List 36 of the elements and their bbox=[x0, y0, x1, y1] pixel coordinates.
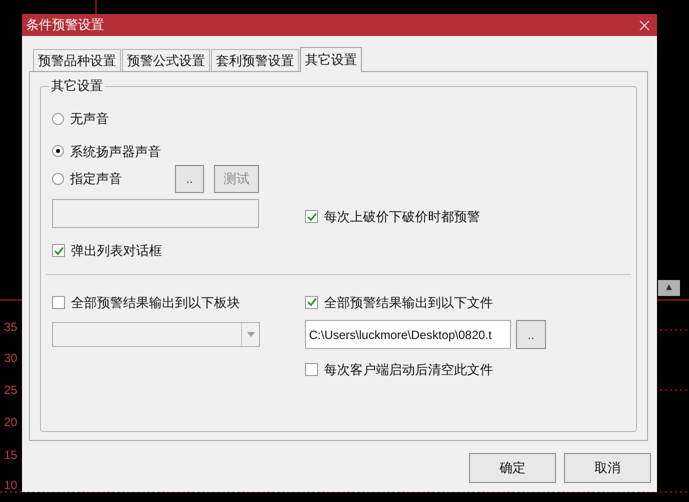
checkbox[interactable] bbox=[305, 296, 318, 309]
checkbox-label: 全部预警结果输出到以下文件 bbox=[324, 294, 493, 312]
path-field[interactable]: C:\Users\luckmore\Desktop\0820.t bbox=[305, 320, 511, 349]
axis-label: 35 bbox=[4, 320, 18, 334]
axis-label: 25 bbox=[4, 383, 18, 397]
dialog-button[interactable]: 确定 bbox=[469, 453, 556, 483]
checkbox-label: 全部预警结果输出到以下板块 bbox=[71, 294, 240, 312]
dropdown-arrow-icon bbox=[246, 332, 254, 337]
axis-label: 15 bbox=[4, 448, 18, 462]
checkbox[interactable] bbox=[52, 244, 65, 258]
checkbox-label: 每次上破价下破价时都预警 bbox=[324, 208, 480, 226]
checkbox-label: 弹出列表对话框 bbox=[71, 242, 162, 260]
tab[interactable]: 预警公式设置 bbox=[122, 49, 210, 71]
radio-label: 系统扬声器声音 bbox=[70, 142, 161, 160]
checkbox-label: 每次客户端启动后清空此文件 bbox=[324, 361, 493, 379]
axis-label: 20 bbox=[4, 415, 18, 429]
browse-button[interactable]: .. bbox=[175, 165, 204, 193]
radio-label: 无声音 bbox=[70, 110, 109, 128]
radio-label: 指定声音 bbox=[70, 170, 122, 188]
group-title: 其它设置 bbox=[49, 78, 105, 94]
tab[interactable]: 其它设置 bbox=[300, 47, 362, 72]
checkbox[interactable] bbox=[305, 210, 318, 223]
radio-button[interactable] bbox=[52, 173, 64, 185]
browse-button[interactable]: .. bbox=[516, 320, 546, 349]
window-title: 条件预警设置 bbox=[26, 16, 104, 34]
checkbox[interactable] bbox=[305, 363, 318, 376]
scroll-up-button[interactable]: ▲ bbox=[658, 280, 680, 296]
tab[interactable]: 预警品种设置 bbox=[33, 49, 121, 71]
radio-button[interactable] bbox=[52, 145, 64, 158]
sound-file-field[interactable] bbox=[52, 199, 259, 228]
axis-label: 10 bbox=[4, 478, 18, 492]
dialog-button[interactable]: 取消 bbox=[564, 453, 651, 483]
close-icon[interactable] bbox=[639, 20, 650, 30]
tab[interactable]: 套利预警设置 bbox=[211, 49, 299, 71]
axis-label: 30 bbox=[4, 351, 18, 365]
radio-button[interactable] bbox=[52, 112, 64, 125]
